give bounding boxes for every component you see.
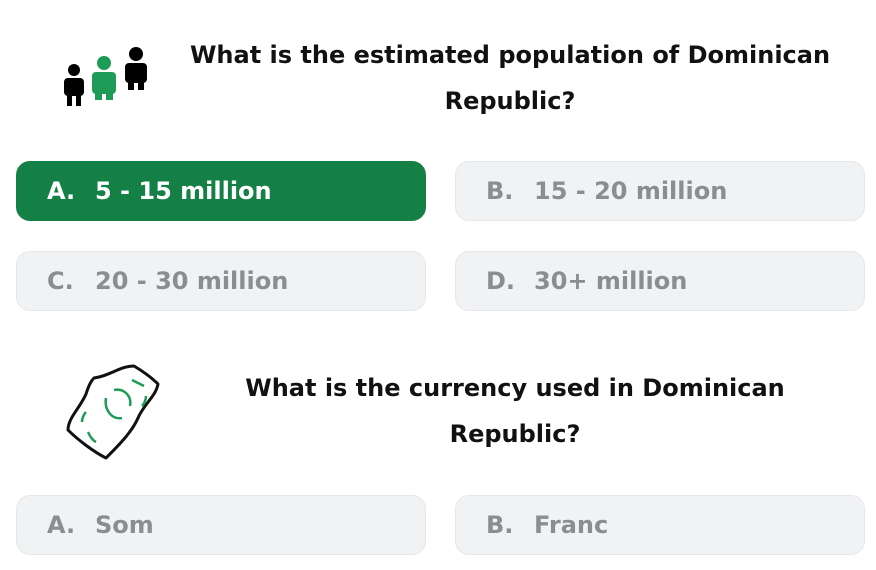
option-2a[interactable]: A. Som	[16, 495, 426, 555]
option-letter: B.	[486, 177, 514, 205]
question-1-text: What is the estimated population of Domi…	[189, 41, 831, 115]
option-letter: C.	[47, 267, 74, 295]
option-text: 20 - 30 million	[95, 267, 289, 295]
option-letter: A.	[47, 511, 76, 539]
option-1b[interactable]: B. 15 - 20 million	[455, 161, 865, 221]
option-2b[interactable]: B. Franc	[455, 495, 865, 555]
option-text: 5 - 15 million	[95, 177, 272, 205]
option-letter: D.	[486, 267, 516, 295]
option-1a[interactable]: A. 5 - 15 million	[16, 161, 426, 221]
option-text: 30+ million	[534, 267, 688, 295]
option-letter: A.	[47, 177, 76, 205]
banknote-icon	[60, 360, 170, 464]
option-text: Franc	[534, 511, 609, 539]
question-2-text: What is the currency used in Dominican R…	[245, 374, 785, 448]
option-letter: B.	[486, 511, 514, 539]
option-1d[interactable]: D. 30+ million	[455, 251, 865, 311]
people-icon	[58, 44, 154, 112]
option-text: Som	[95, 511, 154, 539]
option-text: 15 - 20 million	[534, 177, 728, 205]
option-1c[interactable]: C. 20 - 30 million	[16, 251, 426, 311]
